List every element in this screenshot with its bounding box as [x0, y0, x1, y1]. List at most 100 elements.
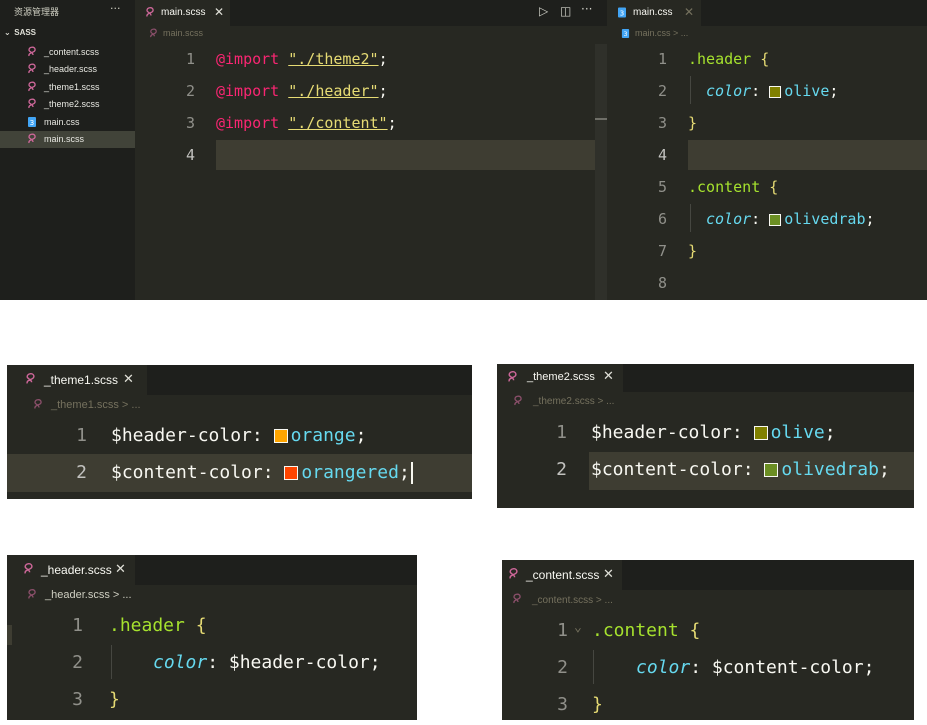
- open-brace: {: [689, 620, 701, 641]
- line-number: 5: [657, 178, 667, 196]
- color-swatch-orangered[interactable]: [284, 466, 299, 480]
- code-line: @import "./content";: [216, 114, 397, 132]
- code-area-content[interactable]: 1 ⌄ 2 3 .content { color: $content-color…: [502, 612, 914, 720]
- close-icon[interactable]: ✕: [123, 371, 134, 387]
- breadcrumb-file[interactable]: main.scss: [163, 28, 203, 38]
- breadcrumb-file[interactable]: _header.scss > ...: [45, 589, 132, 601]
- color-swatch-olivedrab[interactable]: [769, 213, 782, 226]
- code-line: .content {: [688, 178, 778, 196]
- run-icon[interactable]: ▷: [539, 4, 548, 18]
- scss-variable: $content-color: [111, 462, 263, 483]
- css-value: olivedrab: [784, 210, 866, 228]
- colon: :: [751, 82, 761, 100]
- close-icon[interactable]: ✕: [603, 566, 614, 582]
- file-name: _content.scss: [44, 47, 100, 57]
- import-keyword: @import: [216, 50, 280, 68]
- sass-icon: [34, 399, 42, 409]
- line-number: 1: [76, 425, 87, 446]
- code-area-main-scss[interactable]: 1 2 3 4 @import "./theme2"; @import "./h…: [135, 44, 595, 300]
- import-path[interactable]: "./header": [288, 82, 378, 100]
- tab-theme2-scss[interactable]: _theme2.scss ✕: [497, 364, 623, 392]
- scss-property: color: [153, 652, 208, 673]
- tab-header-scss[interactable]: _header.scss ✕: [7, 555, 135, 585]
- color-swatch-olive[interactable]: [769, 85, 782, 98]
- code-line: }: [688, 242, 697, 260]
- sass-icon: [509, 568, 518, 579]
- code-area-header[interactable]: 1 2 3 .header { color: $header-color; }: [7, 607, 417, 720]
- breadcrumb-file[interactable]: _content.scss > ...: [532, 595, 613, 606]
- close-icon[interactable]: ✕: [603, 368, 614, 384]
- split-editor-icon[interactable]: ◫: [560, 4, 571, 18]
- sass-icon: [28, 133, 36, 144]
- sass-icon: [28, 46, 36, 57]
- tab-main-scss[interactable]: main.scss ✕: [135, 0, 230, 26]
- scss-variable: $content-color: [711, 657, 864, 678]
- code-line: @import "./theme2";: [216, 50, 388, 68]
- file-name: main.css: [44, 117, 80, 127]
- color-swatch-olivedrab[interactable]: [764, 463, 779, 477]
- line-number: 1: [557, 620, 568, 641]
- code-area-theme2[interactable]: 1 2 $header-color: olive; $content-color…: [497, 414, 914, 504]
- scss-value: orangered: [301, 462, 399, 483]
- file-item-main-scss[interactable]: main.scss: [0, 131, 135, 148]
- fold-chevron-icon[interactable]: ⌄: [574, 620, 582, 635]
- file-name: _theme2.scss: [44, 99, 100, 109]
- semicolon: ;: [387, 114, 397, 132]
- scss-value: olivedrab: [781, 459, 879, 480]
- folder-sass[interactable]: ⌄ SASS: [4, 28, 36, 37]
- color-swatch-orange[interactable]: [273, 429, 288, 443]
- semicolon: ;: [378, 82, 388, 100]
- breadcrumb-file[interactable]: _theme1.scss > ...: [51, 399, 141, 411]
- explorer-title: 资源管理器: [14, 7, 60, 17]
- breadcrumb-file[interactable]: main.css > ...: [635, 28, 688, 38]
- code-area-theme1[interactable]: 1 2 $header-color: orange; $content-colo…: [7, 417, 472, 497]
- colon: :: [731, 422, 743, 443]
- import-keyword: @import: [216, 82, 280, 100]
- file-item-content-scss[interactable]: _content.scss: [0, 44, 135, 61]
- file-item-theme2-scss[interactable]: _theme2.scss: [0, 96, 135, 113]
- vertical-scrollbar[interactable]: [595, 44, 607, 300]
- import-path[interactable]: "./content": [288, 114, 387, 132]
- breadcrumb-file[interactable]: _theme2.scss > ...: [533, 396, 614, 407]
- tab-content-scss[interactable]: _content.scss ✕: [502, 560, 622, 590]
- indent-guide: [690, 204, 691, 232]
- line-number: 4: [657, 146, 667, 164]
- line-number: 2: [557, 657, 568, 678]
- panel-content-scss: _content.scss ✕ _content.scss > ... 1 ⌄ …: [502, 560, 914, 720]
- tab-theme1-scss[interactable]: _theme1.scss ✕: [7, 365, 147, 395]
- close-icon[interactable]: ✕: [115, 561, 126, 577]
- file-item-theme1-scss[interactable]: _theme1.scss: [0, 79, 135, 96]
- line-number: 1: [185, 50, 195, 68]
- import-path[interactable]: "./theme2": [288, 50, 378, 68]
- semicolon: ;: [355, 425, 367, 446]
- code-line: color: $content-color;: [636, 657, 874, 678]
- explorer-more-button[interactable]: ···: [110, 2, 121, 15]
- semicolon: ;: [829, 82, 839, 100]
- scss-value: olive: [770, 422, 825, 443]
- code-line: $header-color: olive;: [591, 422, 836, 443]
- colon: :: [207, 652, 219, 673]
- open-brace: {: [769, 178, 779, 196]
- file-name: _header.scss: [44, 64, 98, 74]
- line-number: 2: [76, 462, 87, 483]
- breadcrumb: _header.scss > ...: [7, 585, 417, 605]
- indent-guide: [690, 76, 691, 104]
- tab-bar: _content.scss ✕: [502, 560, 914, 590]
- close-icon[interactable]: ✕: [214, 5, 224, 19]
- file-item-header-scss[interactable]: _header.scss: [0, 61, 135, 78]
- folder-label: SASS: [14, 28, 37, 37]
- more-actions-icon[interactable]: ···: [581, 2, 592, 16]
- line-number: 2: [72, 652, 83, 673]
- close-icon[interactable]: ✕: [684, 5, 694, 19]
- line-number: 3: [657, 114, 667, 132]
- line-number: 2: [657, 82, 667, 100]
- scss-selector: .header: [109, 615, 185, 636]
- file-item-main-css[interactable]: 3 main.css: [0, 114, 135, 131]
- tab-main-css[interactable]: 3 main.css ✕: [607, 0, 701, 26]
- sass-icon: [514, 395, 522, 406]
- color-swatch-olive[interactable]: [753, 426, 768, 440]
- code-area-main-css[interactable]: 1 2 3 4 5 6 7 8 .header { color: olive; …: [607, 44, 927, 300]
- svg-text:3: 3: [623, 31, 627, 38]
- breadcrumb: 3 main.css > ...: [607, 26, 927, 42]
- code-line: @import "./header";: [216, 82, 388, 100]
